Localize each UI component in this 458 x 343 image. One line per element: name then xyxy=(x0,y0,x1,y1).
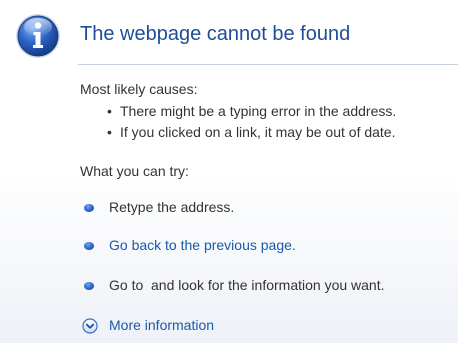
try-item-text: Retype the address. xyxy=(109,199,235,215)
go-back-link[interactable]: Go back to the previous page. xyxy=(109,237,296,253)
info-icon xyxy=(16,14,60,58)
blue-bullet-icon xyxy=(84,242,94,250)
cause-text: If you clicked on a link, it may be out … xyxy=(120,124,396,140)
causes-list-item: • There might be a typing error in the a… xyxy=(104,101,396,122)
causes-heading: Most likely causes: xyxy=(80,81,198,97)
try-item-text: Go to and look for the information you w… xyxy=(109,277,385,293)
causes-list-item: • If you clicked on a link, it may be ou… xyxy=(104,122,396,143)
bullet-dot-icon: • xyxy=(107,103,112,119)
try-heading: What you can try: xyxy=(80,163,189,179)
blue-bullet-icon xyxy=(84,204,94,212)
title-divider xyxy=(78,64,458,65)
bullet-dot-icon: • xyxy=(107,124,112,140)
chevron-down-circle-icon[interactable] xyxy=(82,318,98,334)
cause-text: There might be a typing error in the add… xyxy=(120,103,397,119)
more-information-label[interactable]: More information xyxy=(109,317,214,333)
page-title: The webpage cannot be found xyxy=(80,23,351,45)
blue-bullet-icon xyxy=(84,282,94,290)
causes-list: • There might be a typing error in the a… xyxy=(104,101,396,143)
